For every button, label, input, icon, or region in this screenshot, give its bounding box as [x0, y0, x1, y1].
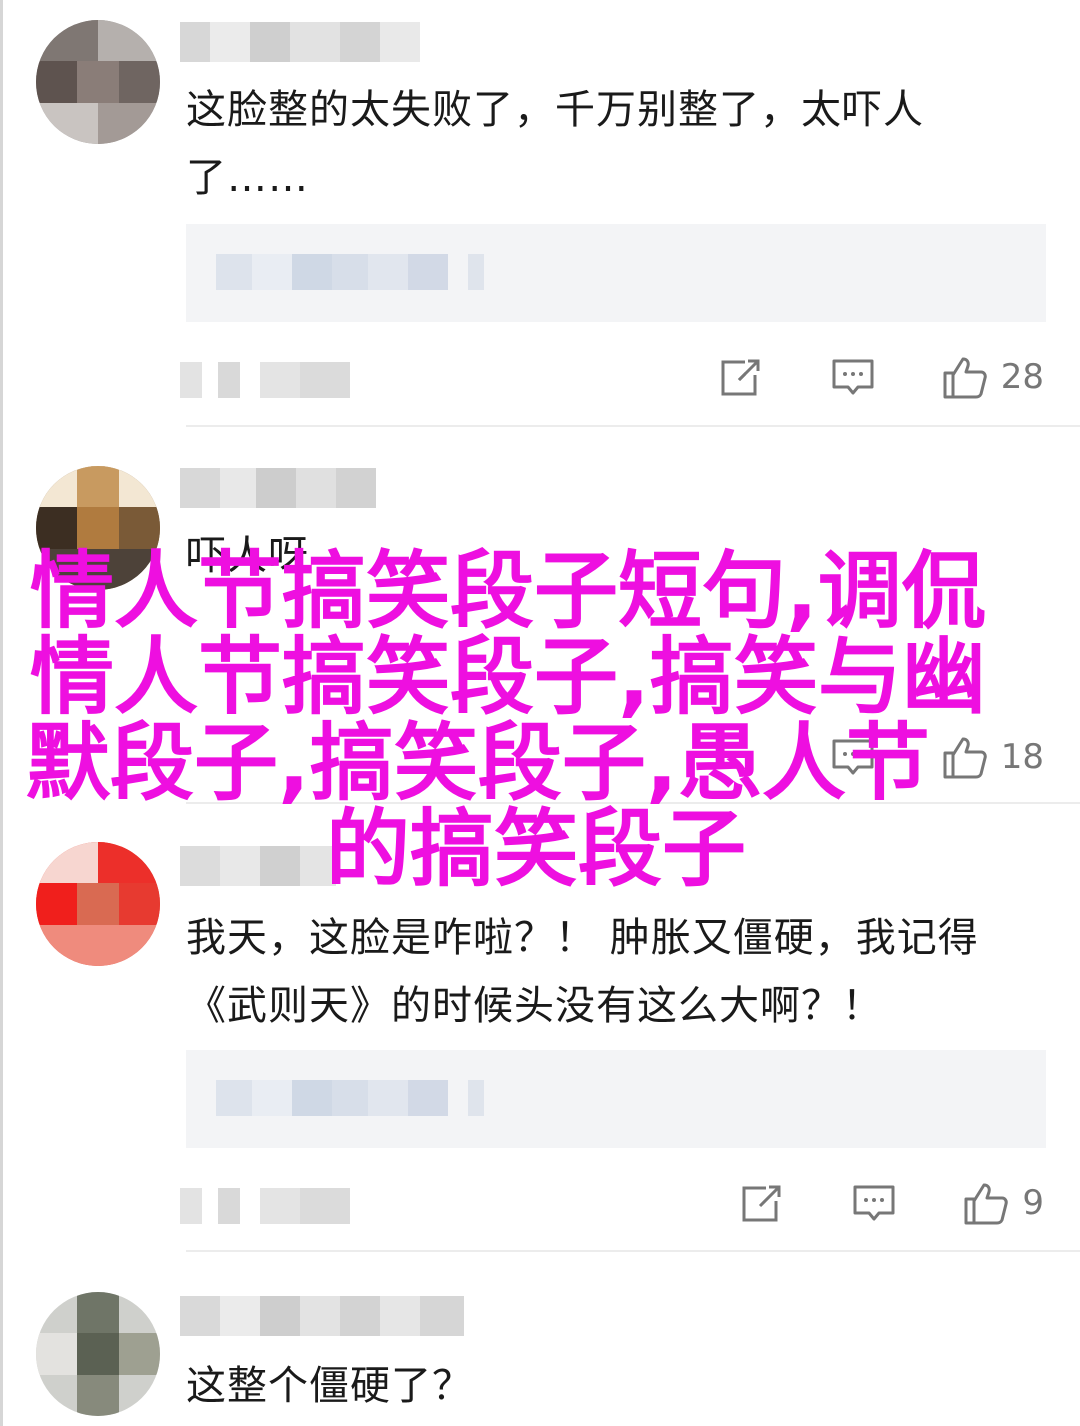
comment-text: 这整个僵硬了？ [186, 1352, 1040, 1420]
overlay-line: 情人节搞笑段子,搞笑与幽 [30, 628, 986, 726]
overlay-title: 情人节搞笑段子短句,调侃 情人节搞笑段子,搞笑与幽 默段子,搞笑段子,愚人节 的… [0, 548, 1080, 892]
avatar[interactable] [36, 20, 160, 144]
overlay-line: 的搞笑段子 [326, 800, 747, 898]
comment-text-line: 《武则天》的时候头没有这么大啊？！ [186, 983, 883, 1029]
comment-text-line: 我天，这脸是咋啦？！ 肿胀又僵硬，我记得 [186, 915, 979, 961]
username-blurred[interactable] [180, 1296, 464, 1336]
username-blurred[interactable] [180, 22, 420, 62]
thumbs-up-icon[interactable] [941, 353, 989, 401]
share-icon[interactable] [738, 1179, 786, 1227]
reply-preview[interactable] [186, 224, 1046, 322]
comment-icon[interactable] [829, 353, 877, 401]
comment-text-line: 这脸整的太失败了，千万别整了，太吓人 [186, 87, 924, 133]
share-icon[interactable] [717, 353, 765, 401]
reply-preview-blurred [216, 1080, 484, 1116]
comment-text: 这脸整的太失败了，千万别整了，太吓人 了…… [186, 76, 1040, 212]
comment-text: 我天，这脸是咋啦？！ 肿胀又僵硬，我记得 《武则天》的时候头没有这么大啊？！ [186, 904, 1040, 1040]
reply-preview[interactable] [186, 1050, 1046, 1148]
username-blurred[interactable] [180, 468, 376, 508]
comment-actions: 9 [738, 1178, 1044, 1228]
thumbs-up-icon[interactable] [962, 1179, 1010, 1227]
comment-icon[interactable] [850, 1179, 898, 1227]
comment-actions: 28 [717, 352, 1044, 402]
comment-meta-blurred [180, 1188, 350, 1224]
divider [186, 425, 1080, 427]
like-count: 28 [1000, 357, 1044, 397]
overlay-line: 情人节搞笑段子短句,调侃 [30, 542, 986, 640]
reply-preview-blurred [216, 254, 484, 290]
divider [186, 1250, 1080, 1252]
comment-text-line: 这整个僵硬了？ [186, 1363, 473, 1409]
like-count: 9 [1022, 1183, 1044, 1223]
comment-text-line: 了…… [186, 155, 309, 201]
comment-meta-blurred [180, 362, 350, 398]
overlay-line: 默段子,搞笑段子,愚人节 [26, 714, 930, 812]
avatar[interactable] [36, 1292, 160, 1416]
